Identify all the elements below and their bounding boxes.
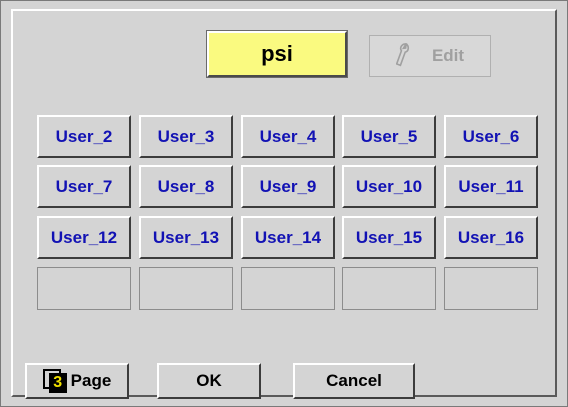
wrench-icon xyxy=(395,43,409,67)
empty-unit-slot[interactable] xyxy=(444,267,538,310)
user-unit-button[interactable]: User_8 xyxy=(139,165,233,208)
page-button[interactable]: 3 Page xyxy=(25,363,129,399)
user-unit-button[interactable]: User_7 xyxy=(37,165,131,208)
empty-unit-slot[interactable] xyxy=(37,267,131,310)
user-unit-button[interactable]: User_6 xyxy=(444,115,538,158)
unit-value: psi xyxy=(261,41,293,66)
empty-unit-slot[interactable] xyxy=(241,267,335,310)
user-unit-button[interactable]: User_9 xyxy=(241,165,335,208)
page-label: Page xyxy=(70,371,112,390)
user-unit-button[interactable]: User_14 xyxy=(241,216,335,259)
user-unit-button[interactable]: User_12 xyxy=(37,216,131,259)
user-unit-button[interactable]: User_15 xyxy=(342,216,436,259)
user-unit-button[interactable]: User_2 xyxy=(37,115,131,158)
cancel-button[interactable]: Cancel xyxy=(293,363,415,399)
user-unit-button[interactable]: User_13 xyxy=(139,216,233,259)
user-unit-button[interactable]: User_5 xyxy=(342,115,436,158)
cancel-label: Cancel xyxy=(326,371,382,390)
user-unit-button[interactable]: User_3 xyxy=(139,115,233,158)
unit-display[interactable]: psi xyxy=(206,30,348,78)
ok-label: OK xyxy=(196,371,222,390)
edit-button[interactable]: Edit xyxy=(369,35,491,77)
page-number: 3 xyxy=(48,373,67,393)
user-unit-button[interactable]: User_16 xyxy=(444,216,538,259)
user-unit-button[interactable]: User_10 xyxy=(342,165,436,208)
user-unit-button[interactable]: User_11 xyxy=(444,165,538,208)
edit-label: Edit xyxy=(431,46,465,65)
dialog-panel: psi Edit User_2 User_3 User_4 User_5 User_6 U… xyxy=(0,0,568,407)
ok-button[interactable]: OK xyxy=(157,363,261,399)
empty-unit-slot[interactable] xyxy=(139,267,233,310)
empty-unit-slot[interactable] xyxy=(342,267,436,310)
user-unit-button[interactable]: User_4 xyxy=(241,115,335,158)
page-icon: 3 xyxy=(42,369,69,393)
